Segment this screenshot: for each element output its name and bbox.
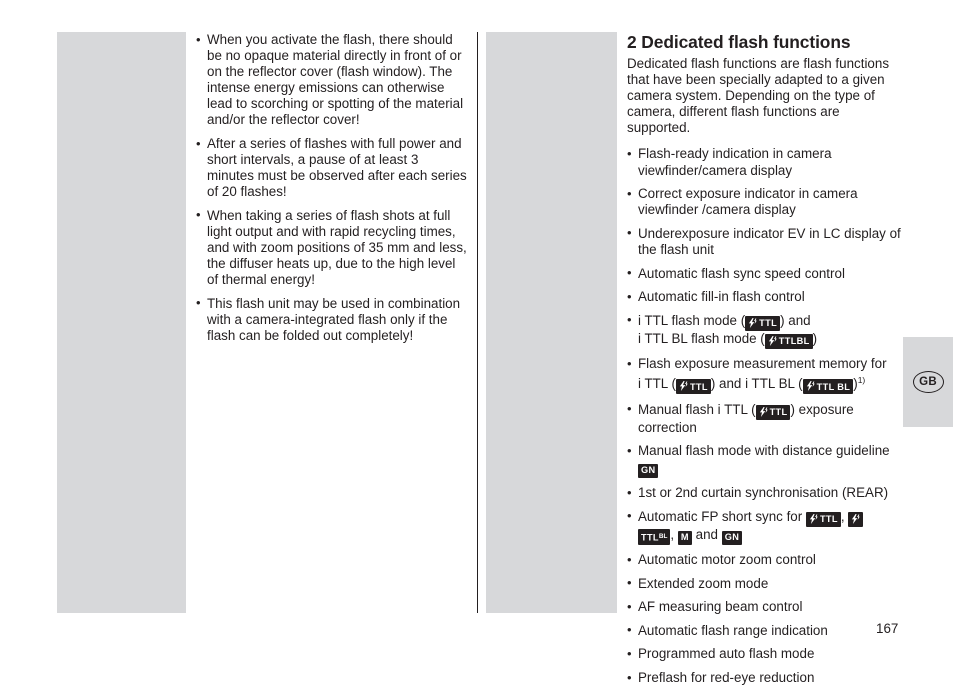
right-text-column: 2 Dedicated flash functions Dedicated fl…: [627, 32, 904, 694]
text-fragment: Automatic FP short sync for: [638, 508, 803, 524]
flash-bolt-icon: [679, 381, 688, 392]
flash-bolt-icon: [851, 513, 861, 524]
list-item: Underexposure indicator EV in LC display…: [627, 225, 904, 258]
footnote-marker: 1): [857, 375, 866, 386]
badge-gn: GN: [638, 463, 659, 478]
list-item: Preflash for red-eye reduction: [627, 670, 904, 686]
page-number: 167: [876, 621, 899, 636]
badge-m: M: [677, 530, 692, 545]
badge-ttl-sup-bl: TTLBL: [638, 529, 671, 545]
list-item-exposure-memory: Flash exposure measurement memory for i …: [627, 356, 904, 395]
left-margin-grey-block: [57, 32, 186, 613]
flash-bolt-icon: [806, 381, 815, 392]
text-fragment: Manual flash i TTL (: [638, 401, 756, 417]
list-item: Automatic motor zoom control: [627, 552, 904, 568]
flash-bolt-icon: [768, 335, 777, 346]
text-fragment: Manual flash mode with distance guidelin…: [638, 443, 890, 459]
text-fragment: ) and i TTL BL (: [710, 376, 803, 392]
list-item: This flash unit may be used in combinati…: [196, 295, 468, 344]
text-fragment: ) and: [780, 312, 811, 328]
flash-bolt-icon: [759, 406, 768, 417]
badge-superscript: BL: [658, 532, 668, 540]
section-intro-paragraph: Dedicated flash functions are flash func…: [627, 56, 890, 136]
text-fragment: i TTL (: [638, 376, 676, 392]
badge-label: TTL: [689, 381, 708, 392]
text-fragment: i TTL BL flash mode (: [638, 330, 765, 346]
right-margin-grey-block: [486, 32, 617, 613]
badge-label: GN: [641, 465, 656, 475]
badge-label: GN: [724, 532, 740, 543]
badge-ittl-bl: TTLBL: [764, 333, 813, 349]
flash-bolt-icon: [748, 317, 757, 328]
list-item: AF measuring beam control: [627, 599, 904, 615]
column-divider: [477, 32, 479, 613]
list-item: Automatic flash range indication: [627, 622, 904, 639]
section-heading: 2 Dedicated flash functions: [627, 32, 851, 52]
list-item-manual-distance-guideline: Manual flash mode with distance guidelin…: [627, 443, 904, 478]
badge-label: TTL: [769, 407, 788, 418]
text-fragment: Flash exposure measurement memory for: [638, 356, 887, 372]
badge-ittl-bl-spaced: TTL BL: [802, 379, 854, 395]
left-text-column: When you activate the flash, there shoul…: [196, 32, 468, 352]
list-item: When taking a series of flash shots at f…: [196, 207, 468, 288]
badge-label: TTL BL: [816, 381, 851, 392]
text-fragment: i TTL flash mode (: [638, 312, 746, 328]
list-item-manual-ittl-correction: Manual flash i TTL (TTL) exposure correc…: [627, 401, 904, 436]
list-item: After a series of flashes with full powe…: [196, 136, 468, 200]
list-item-ittl-flash-mode: i TTL flash mode ( TTL) and i TTL BL flas…: [627, 312, 904, 349]
badge-ittl: TTL: [675, 379, 711, 395]
badge-ittl: TTL: [805, 511, 841, 527]
language-tab-gb: GB: [903, 337, 953, 427]
safety-notes-list: When you activate the flash, there shoul…: [196, 32, 468, 344]
flash-bolt-icon: [809, 513, 818, 524]
text-fragment: ): [812, 330, 818, 346]
list-item: Automatic flash sync speed control: [627, 265, 904, 282]
list-item: Automatic fill-in flash control: [627, 289, 904, 305]
list-item: When you activate the flash, there shoul…: [196, 32, 468, 129]
separator-comma: ,: [670, 526, 675, 542]
list-item: Extended zoom mode: [627, 575, 904, 592]
separator-comma: ,: [840, 508, 845, 524]
badge-ittl: TTL: [745, 315, 781, 331]
dedicated-functions-list: Flash-ready indication in camera viewfin…: [627, 146, 904, 686]
badge-flash-bolt-only: [848, 511, 864, 527]
badge-ittl: TTL: [755, 404, 791, 420]
badge-label: TTL: [819, 514, 838, 525]
list-item-fp-short-sync: Automatic FP short sync for TTL, TTLBL, …: [627, 508, 904, 545]
list-item: Correct exposure indicator in camera vie…: [627, 186, 904, 218]
language-tab-label: GB: [912, 371, 944, 393]
badge-gn: GN: [721, 530, 743, 545]
text-fragment: and: [695, 526, 718, 542]
badge-label: TTL: [759, 318, 778, 329]
list-item: Programmed auto flash mode: [627, 646, 904, 662]
list-item: Flash-ready indication in camera viewfin…: [627, 146, 904, 178]
badge-label: TTL: [641, 532, 659, 543]
badge-label: TTLBL: [778, 336, 810, 347]
manual-page: GB When you activate the flash, there sh…: [0, 0, 954, 686]
badge-label: M: [680, 532, 689, 543]
list-item: 1st or 2nd curtain synchronisation (REAR…: [627, 484, 904, 501]
